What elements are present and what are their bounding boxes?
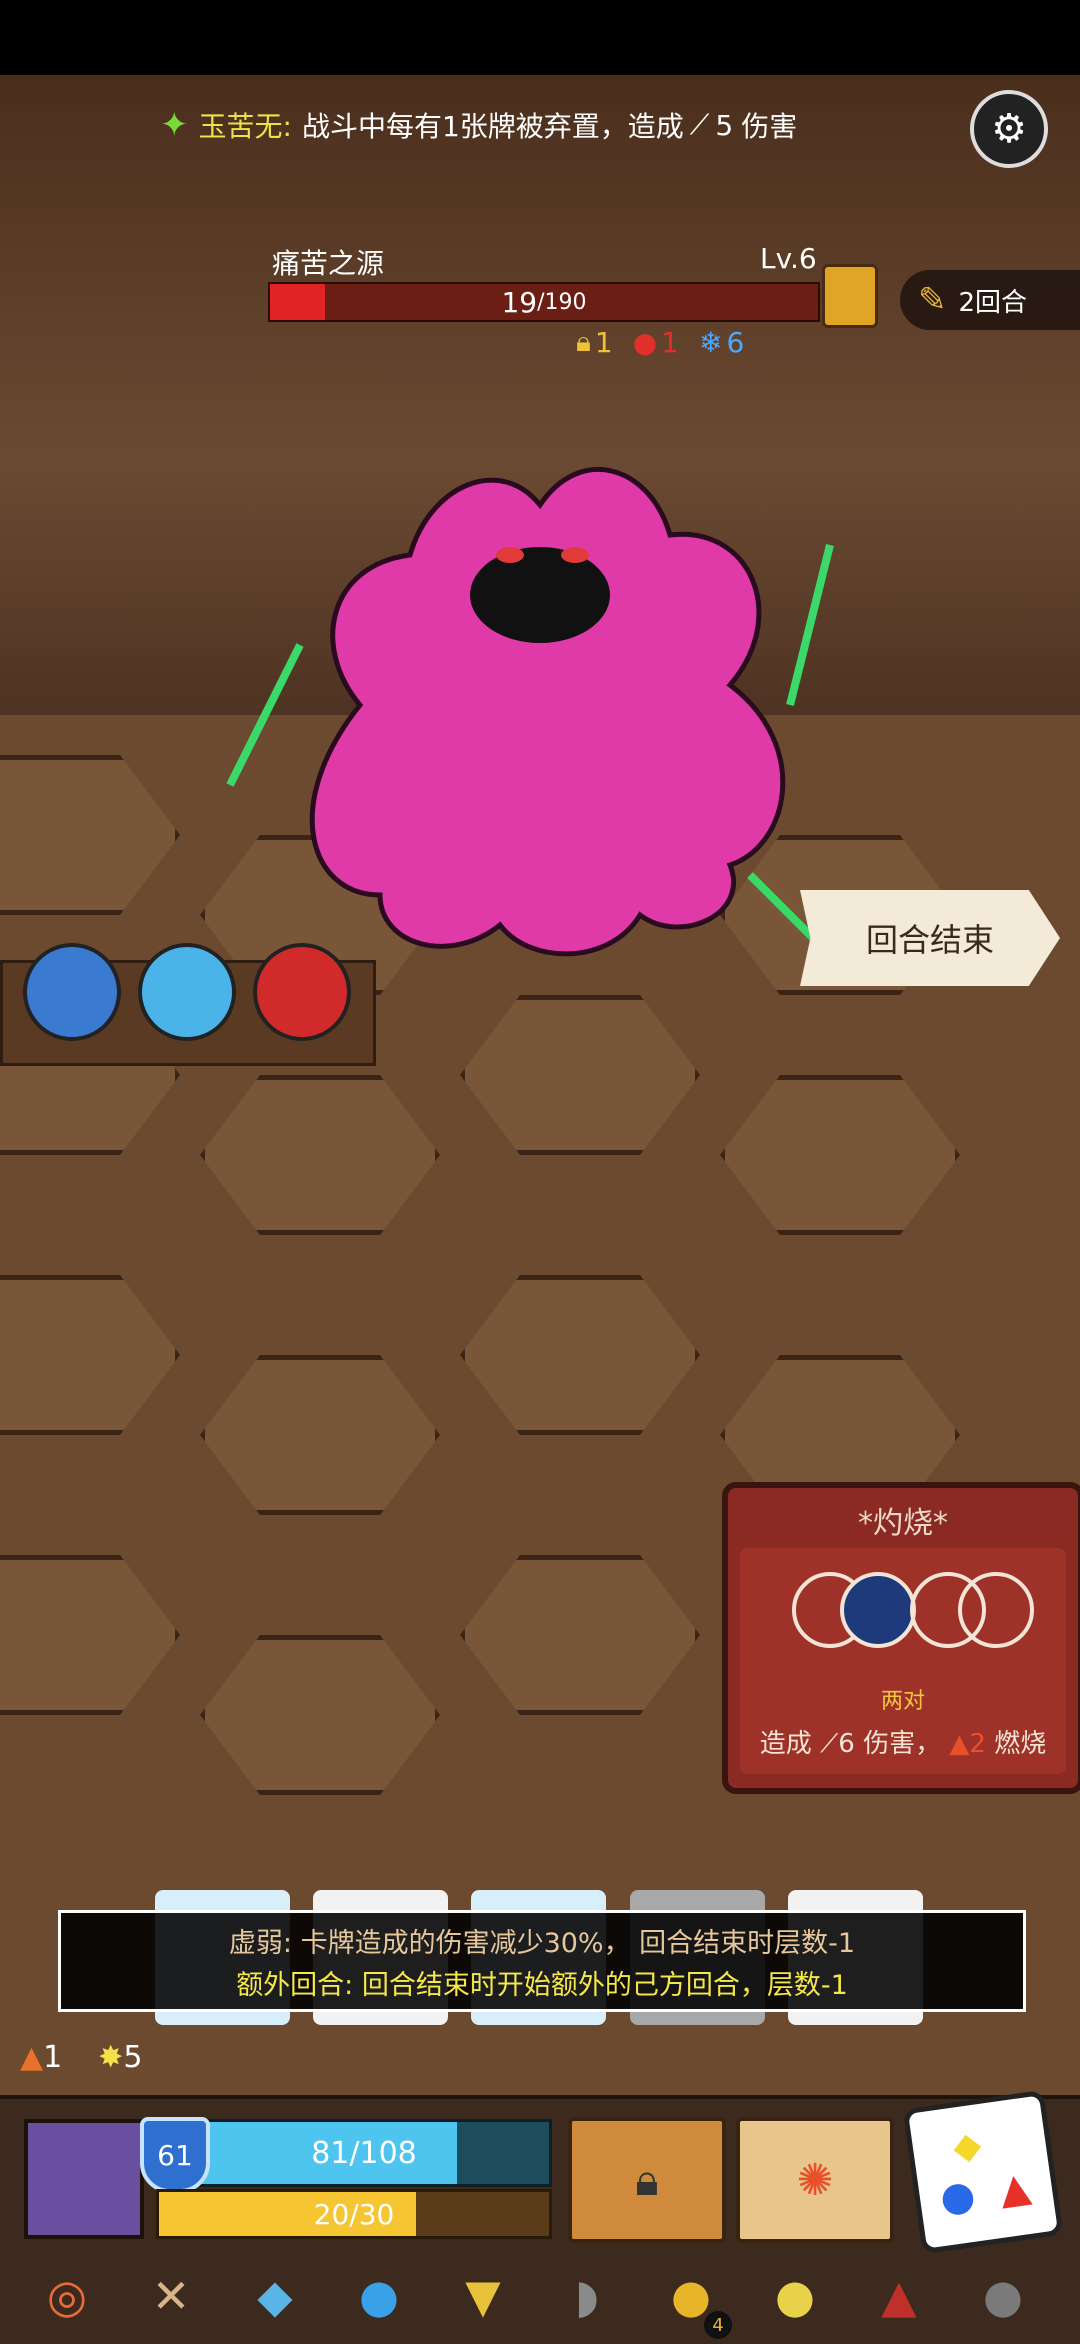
fire-icon: ▲	[20, 2040, 44, 2075]
red-potion-icon[interactable]	[253, 943, 351, 1041]
floor-tile	[200, 1075, 440, 1235]
lock-status: 🔒︎ 1	[576, 325, 613, 359]
relic-count-badge: 4	[704, 2311, 732, 2339]
amulet-icon[interactable]: ▼	[446, 2259, 520, 2333]
potion-shelf	[0, 943, 376, 1066]
player-panel: 81/108 61 20/30 🔒︎ ✺ ◆ ● ▲ ◎ ✕ ◆ ● ▼ ◗ ● 4 ● ▲ ●	[0, 2089, 1080, 2344]
snowflake-icon: ❄	[699, 325, 723, 359]
scroll-icon: ✎	[918, 280, 947, 320]
shield-icon: 61	[140, 2117, 210, 2193]
burn-card-desc: 造成 ⟋6 伤害， ▲2 燃烧	[759, 1729, 1047, 1759]
burn-card-title: *灼烧*	[858, 1506, 948, 1541]
ice-cube-icon[interactable]: ◆	[238, 2259, 312, 2333]
round-counter: ✎ 2回合	[900, 270, 1080, 330]
blood-drop-icon: ●	[632, 325, 658, 359]
player-portrait-avatar[interactable]	[24, 2119, 144, 2239]
settings-gear-icon[interactable]: ⚙	[970, 90, 1048, 168]
boss-hp-text: 19 /190	[270, 284, 818, 320]
star-burst-icon: ✸	[98, 2040, 124, 2075]
relic-effect-line: ✦ 玉苦无: 战斗中每有1张牌被弃置，造成 ⟋ 5 伤害	[160, 95, 920, 155]
sword-icon: ⟋	[689, 108, 710, 141]
relic-name: 玉苦无:	[198, 110, 292, 143]
burn-skill-card[interactable]: *灼烧* 两对 造成 ⟋6 伤害， ▲2 燃烧	[722, 1482, 1080, 1794]
boss-name: 痛苦之源	[272, 247, 385, 280]
weak-counter: ▲1	[20, 2040, 63, 2075]
stone-icon[interactable]: ●	[966, 2259, 1040, 2333]
boss-hp-bar: 19 /190	[268, 282, 820, 322]
dice-slot[interactable]	[958, 1572, 1034, 1648]
player-energy-text: 20/30	[313, 2197, 395, 2231]
boss-level: Lv.6	[760, 242, 817, 275]
floor-tile	[0, 1275, 180, 1435]
relic-damage: 5	[715, 108, 734, 142]
boss-status-row: 🔒︎ 1 ● 1 ❄ 6	[576, 325, 744, 359]
helmet-icon[interactable]: ◗	[550, 2259, 624, 2333]
relic-suffix: 伤害	[741, 110, 798, 143]
explosion-skill-icon[interactable]: ✺	[736, 2117, 894, 2243]
player-hp-text: 81/108	[311, 2135, 417, 2171]
bamboo-leaf-icon: ✦	[160, 105, 189, 145]
red-hood-icon[interactable]: ▲	[862, 2259, 936, 2333]
round-label: 2回合	[958, 287, 1028, 318]
locked-skill-icon[interactable]: 🔒︎	[568, 2117, 726, 2243]
water-drop-icon	[840, 1572, 916, 1648]
floor-tile	[0, 755, 180, 915]
boss-hp-max: /190	[537, 289, 587, 315]
dice-face-lightning: ◆	[950, 2124, 984, 2169]
blood-status: ● 1	[632, 325, 679, 359]
extra-turn-tooltip-line: 额外回合: 回合结束时开始额外的己方回合，层数-1	[236, 1970, 848, 2001]
floor-tile	[460, 1555, 700, 1715]
pairs-label: 两对	[880, 1689, 925, 1714]
lock-icon: 🔒︎	[576, 325, 591, 358]
water-drop-icon[interactable]: ●	[342, 2259, 416, 2333]
floor-tile	[460, 995, 700, 1155]
jar-icon[interactable]: ●	[758, 2259, 832, 2333]
boss-monster[interactable]	[210, 445, 860, 985]
weak-tooltip-line: 虚弱: 卡牌造成的伤害减少30%， 回合结束时层数-1	[228, 1928, 856, 1959]
yellow-blue-potion-icon[interactable]	[138, 943, 236, 1041]
end-turn-button[interactable]: 回合结束	[800, 890, 1060, 986]
fire-icon: ▲	[949, 1729, 970, 1759]
blue-potion-icon[interactable]	[23, 943, 121, 1041]
floor-tile	[200, 1355, 440, 1515]
player-counters: ▲1 ✸5	[20, 2040, 142, 2075]
floor-tile	[460, 1275, 700, 1435]
boss-hp-current: 19	[501, 285, 538, 319]
gold-pouch-icon[interactable]: ● 4	[654, 2259, 732, 2339]
shield-ring-icon[interactable]: ◎	[30, 2259, 104, 2333]
floor-tile	[720, 1075, 960, 1235]
floor-tile	[0, 1555, 180, 1715]
dice-face-fire: ▲	[996, 2163, 1034, 2214]
burn-card-body: 两对 造成 ⟋6 伤害， ▲2 燃烧	[740, 1548, 1066, 1774]
floor-tile	[200, 1635, 440, 1795]
dice-face-water: ●	[937, 2171, 979, 2222]
inspect-magnifier-icon[interactable]	[822, 264, 878, 328]
dice-icon[interactable]: ◆ ● ▲	[902, 2089, 1064, 2255]
horn-icon[interactable]: ✕	[134, 2259, 208, 2333]
player-hp-bar: 81/108	[176, 2119, 552, 2187]
sword-icon: ⟋	[820, 1729, 839, 1759]
freeze-status: ❄ 6	[699, 325, 745, 359]
player-energy-bar: 20/30	[156, 2189, 552, 2239]
relic-effect-text: 战斗中每有1张牌被弃置，造成	[301, 110, 684, 143]
extra-turn-counter: ✸5	[98, 2040, 143, 2075]
status-tooltip: 虚弱: 卡牌造成的伤害减少30%， 回合结束时层数-1 额外回合: 回合结束时开…	[58, 1910, 1026, 2012]
